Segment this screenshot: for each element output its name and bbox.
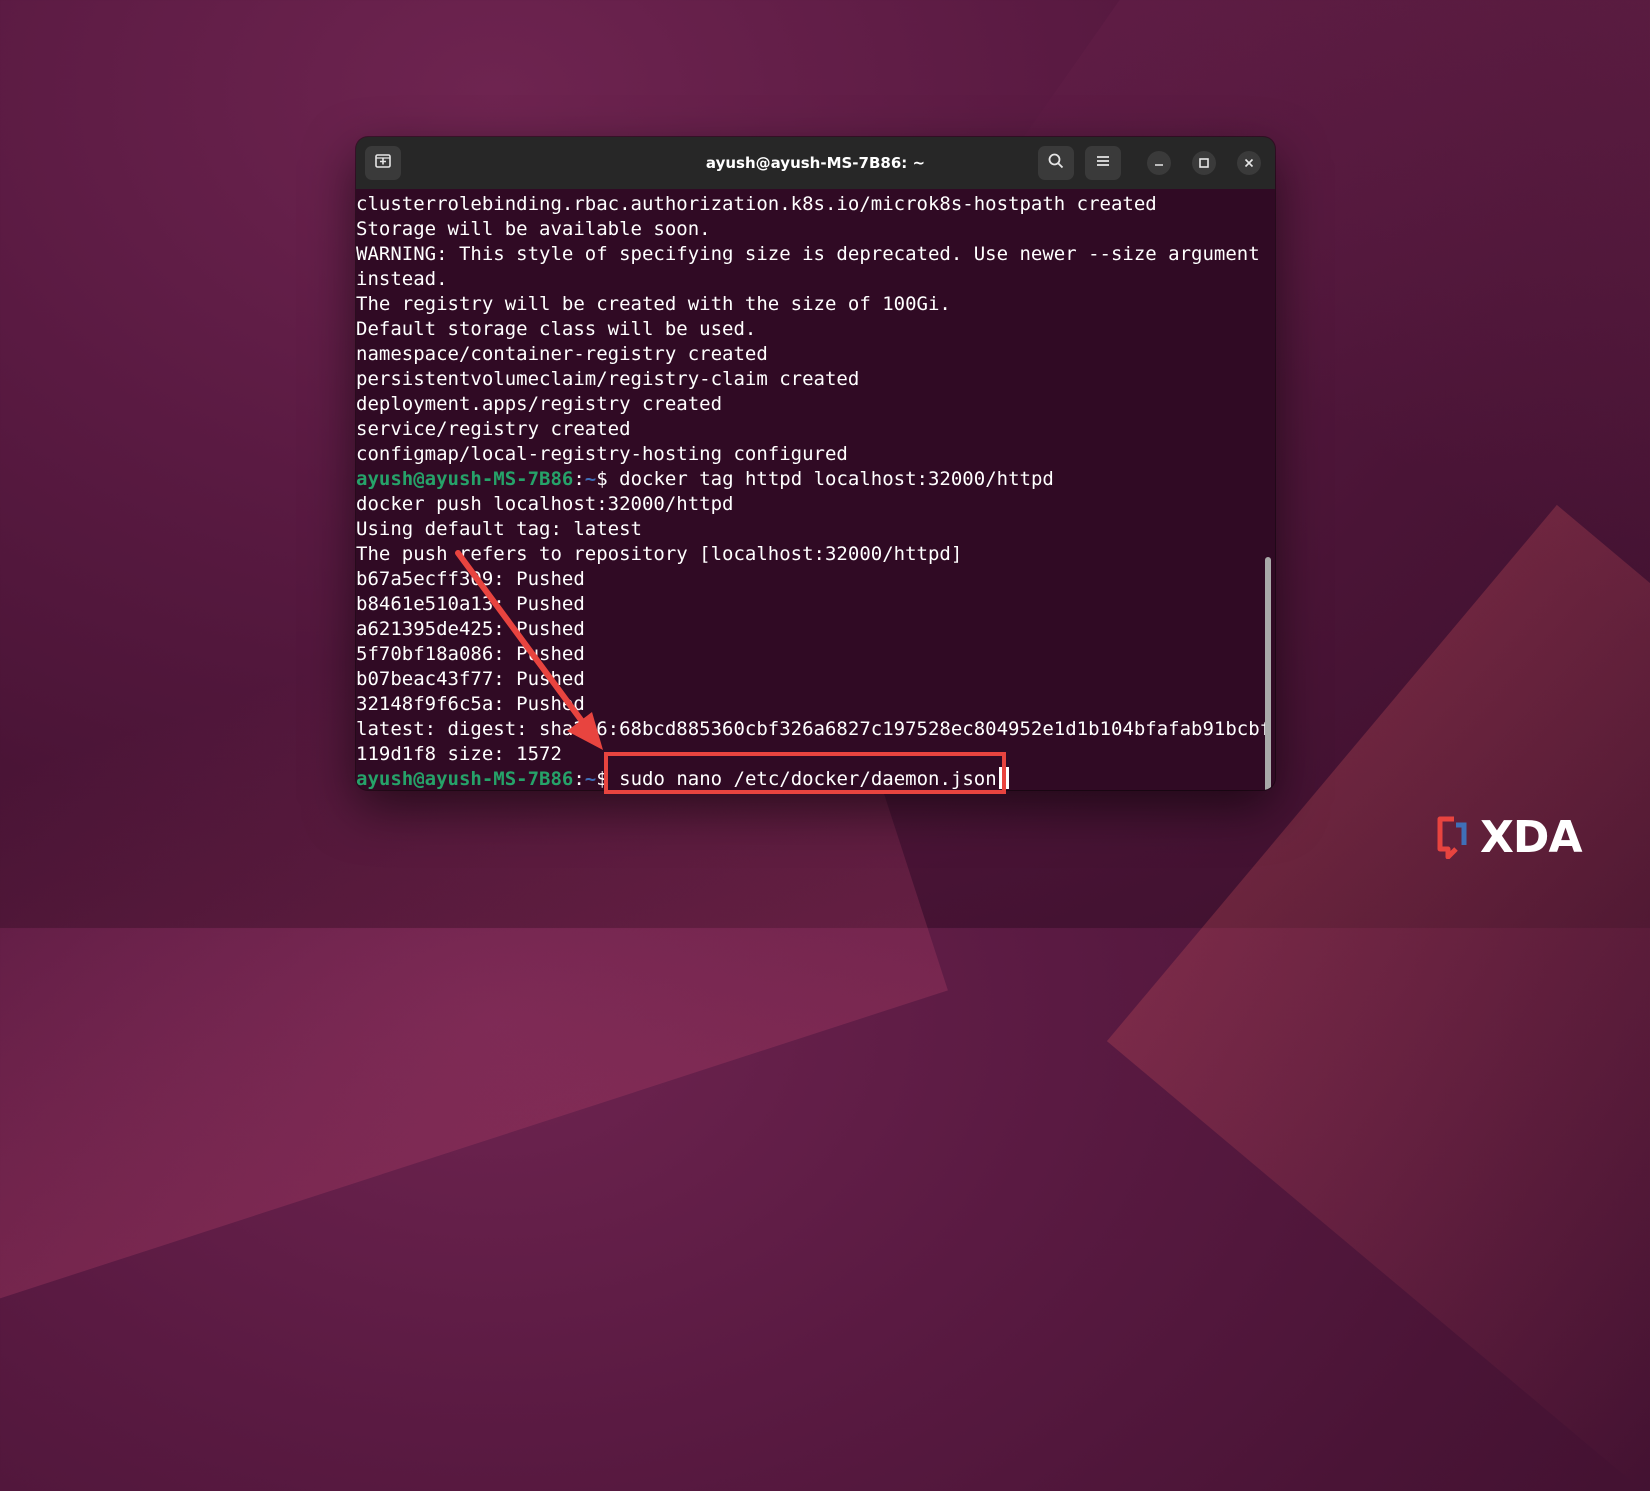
close-icon <box>1243 154 1255 173</box>
terminal-line: deployment.apps/registry created <box>356 393 723 415</box>
minimize-icon <box>1153 154 1165 173</box>
terminal-line: b8461e510a13: Pushed <box>356 593 585 615</box>
terminal-window[interactable]: ayush@ayush-MS-7B86: ~ clusterrolebindin… <box>356 137 1275 790</box>
prompt-line: ayush@ayush-MS-7B86:~$ docker tag httpd … <box>356 467 1054 492</box>
terminal-line: The push refers to repository [localhost… <box>356 543 963 565</box>
prompt-symbol: $ <box>596 468 608 490</box>
terminal-line: 32148f9f6c5a: Pushed <box>356 693 585 715</box>
terminal-line: namespace/container-registry created <box>356 343 768 365</box>
xda-bracket-icon <box>1437 816 1467 859</box>
xda-logo-text: XDA <box>1480 811 1582 863</box>
terminal-line: Default storage class will be used. <box>356 318 757 340</box>
terminal-output[interactable]: clusterrolebinding.rbac.authorization.k8… <box>356 189 1275 790</box>
titlebar[interactable]: ayush@ayush-MS-7B86: ~ <box>356 137 1275 189</box>
search-icon <box>1047 152 1065 174</box>
search-button[interactable] <box>1038 146 1074 180</box>
menu-button[interactable] <box>1085 146 1121 180</box>
terminal-line: b07beac43f77: Pushed <box>356 668 585 690</box>
window-title: ayush@ayush-MS-7B86: ~ <box>705 154 926 172</box>
prompt-path: ~ <box>584 768 597 790</box>
xda-logo: XDA <box>1432 811 1592 863</box>
close-button[interactable] <box>1237 151 1261 175</box>
terminal-line: persistentvolumeclaim/registry-claim cre… <box>356 368 860 390</box>
command-highlight-box <box>604 752 1006 794</box>
terminal-line: WARNING: This style of specifying size i… <box>356 243 1260 265</box>
prompt-user: ayush@ayush-MS-7B86 <box>356 768 574 790</box>
new-tab-button[interactable] <box>365 146 401 180</box>
prompt-user: ayush@ayush-MS-7B86 <box>356 468 574 490</box>
minimize-button[interactable] <box>1147 151 1171 175</box>
terminal-line: b67a5ecff309: Pushed <box>356 568 585 590</box>
menu-icon <box>1094 152 1112 174</box>
terminal-line: The registry will be created with the si… <box>356 293 951 315</box>
command-text: docker tag httpd localhost:32000/httpd <box>607 468 1054 490</box>
terminal-line: 5f70bf18a086: Pushed <box>356 643 585 665</box>
maximize-icon <box>1198 154 1210 173</box>
maximize-button[interactable] <box>1192 151 1216 175</box>
terminal-line: service/registry created <box>356 418 631 440</box>
new-tab-icon <box>374 152 392 174</box>
terminal-line: Using default tag: latest <box>356 518 642 540</box>
terminal-line: 119d1f8 size: 1572 <box>356 743 562 765</box>
terminal-line: instead. <box>356 268 448 290</box>
terminal-line: latest: digest: sha256:68bcd885360cbf326… <box>356 718 1272 740</box>
scrollbar[interactable] <box>1265 557 1271 790</box>
terminal-line: Storage will be available soon. <box>356 218 711 240</box>
prompt-separator: : <box>573 468 585 490</box>
terminal-line: docker push localhost:32000/httpd <box>356 493 734 515</box>
prompt-separator: : <box>573 768 585 790</box>
prompt-path: ~ <box>584 468 597 490</box>
terminal-line: a621395de425: Pushed <box>356 618 585 640</box>
terminal-line: clusterrolebinding.rbac.authorization.k8… <box>356 193 1157 215</box>
terminal-line: configmap/local-registry-hosting configu… <box>356 443 848 465</box>
